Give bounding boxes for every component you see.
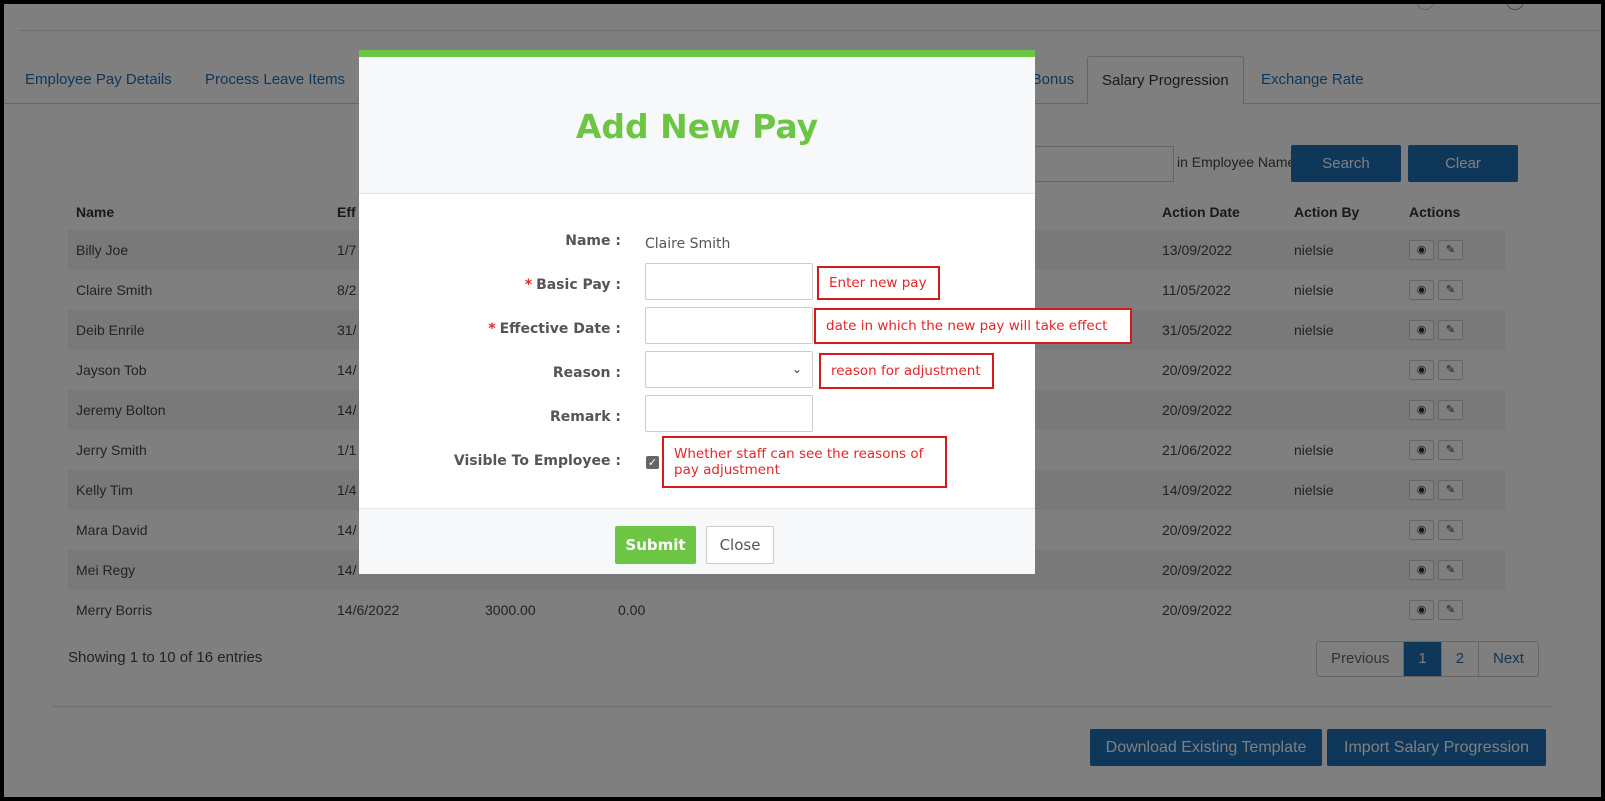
basic-pay-label: * Basic Pay : [525,277,621,293]
effective-date-input[interactable] [645,307,813,344]
basic-pay-label-text: Basic Pay : [536,277,621,293]
annotation-effective-date: date in which the new pay will take effe… [814,308,1132,344]
modal-header: Add New Pay [359,57,1035,194]
required-marker: * [524,277,533,293]
annotation-basic-pay: Enter new pay [817,266,940,300]
modal-footer: Submit Close [359,508,1035,574]
modal-title: Add New Pay [575,107,819,146]
effective-date-label-text: Effective Date : [499,321,621,337]
required-marker: * [488,321,496,337]
reason-select[interactable]: ⌄ [645,351,813,388]
visible-to-employee-label: Visible To Employee : [453,453,621,469]
annotation-reason: reason for adjustment [819,353,994,389]
remark-label: Remark : [550,409,621,425]
app-window: Employee Pay Details Process Leave Items… [4,4,1601,797]
name-value: Claire Smith [645,236,731,252]
annotation-visible: Whether staff can see the reasons of pay… [662,436,947,488]
visible-to-employee-checkbox[interactable]: ✓ [646,456,659,469]
submit-button[interactable]: Submit [615,526,696,564]
add-new-pay-modal: Add New Pay Name : Claire Smith * Basic P… [359,50,1132,574]
chevron-down-icon: ⌄ [791,362,802,376]
effective-date-label: * Effective Date : [488,321,621,337]
reason-label: Reason : [552,365,621,381]
name-label: Name : [565,233,621,249]
close-button[interactable]: Close [706,526,774,564]
basic-pay-input[interactable] [645,263,813,300]
remark-input[interactable] [645,395,813,432]
